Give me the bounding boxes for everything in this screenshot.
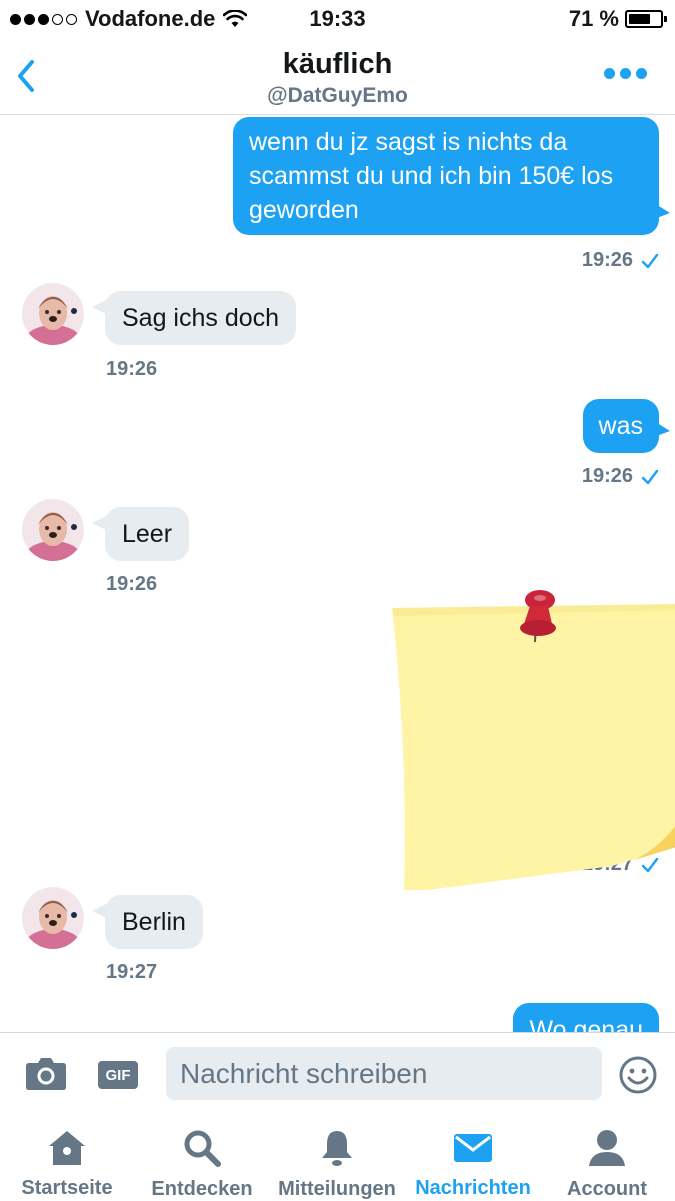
gif-icon: GIF [105, 1066, 131, 1084]
message-text: Berlin [122, 908, 186, 936]
read-check-icon [641, 253, 659, 268]
bottom-tab-bar: Startseite Entdecken Mitteilungen Nachri… [0, 1114, 675, 1200]
status-right: 71 % [568, 6, 667, 32]
message-time: 19:26 [581, 465, 633, 487]
emoji-icon[interactable] [618, 1055, 658, 1095]
battery-icon [625, 10, 667, 28]
contact-avatar[interactable] [22, 283, 84, 345]
message-meta: 19:26 [106, 573, 157, 596]
conversation-handle[interactable]: @DatGuyEmo [0, 84, 675, 108]
message-composer: GIF [0, 1032, 675, 1115]
message-text: Wo genau [529, 1016, 643, 1032]
person-icon [589, 1130, 625, 1166]
incoming-message[interactable]: Leer [105, 507, 190, 561]
message-input[interactable] [166, 1047, 602, 1100]
outgoing-message[interactable]: Wo genau [513, 1003, 659, 1032]
tab-mitteilungen[interactable]: Mitteilungen [274, 1114, 400, 1200]
more-options-icon[interactable] [604, 68, 647, 79]
tab-label: Startseite [21, 1177, 113, 1199]
status-bar: Vodafone.de 19:33 71 % [0, 0, 675, 38]
bubble-tail [92, 515, 108, 531]
tab-entdecken[interactable]: Entdecken [142, 1114, 262, 1200]
sticky-note-sticker[interactable] [390, 590, 675, 890]
bubble-tail [654, 203, 670, 219]
tab-label: Account [567, 1178, 647, 1200]
message-time: 19:26 [106, 358, 158, 380]
tab-nachrichten[interactable]: Nachrichten [410, 1114, 536, 1200]
home-icon [49, 1130, 85, 1165]
tab-label: Mitteilungen [278, 1178, 396, 1200]
contact-avatar[interactable] [22, 499, 84, 561]
bubble-tail [654, 421, 670, 437]
message-text: wenn du jz sagst is nichts da scammst du… [249, 128, 614, 224]
message-meta: 19:26 [582, 249, 659, 272]
gif-button[interactable]: GIF [98, 1061, 138, 1089]
envelope-icon [454, 1133, 492, 1162]
bell-icon [322, 1131, 352, 1166]
bubble-tail [92, 903, 108, 919]
contact-avatar[interactable] [22, 887, 84, 949]
bubble-tail [92, 299, 108, 315]
tab-label: Nachrichten [415, 1177, 531, 1199]
tab-account[interactable]: Account [550, 1114, 664, 1200]
message-time: 19:26 [581, 249, 633, 271]
message-list[interactable]: wenn du jz sagst is nichts da scammst du… [0, 115, 675, 1032]
outgoing-message[interactable]: was [582, 399, 659, 453]
message-meta: 19:26 [582, 465, 659, 488]
incoming-message[interactable]: Sag ichs doch [105, 291, 297, 345]
message-text: was [598, 412, 643, 440]
message-time: 19:27 [106, 961, 158, 983]
battery-percent: 71 % [568, 6, 619, 31]
message-text: Sag ichs doch [122, 304, 280, 332]
conversation-title[interactable]: käuflich [0, 48, 675, 81]
message-meta: 19:27 [106, 961, 157, 984]
tab-label: Entdecken [151, 1178, 253, 1200]
tab-startseite[interactable]: Startseite [8, 1114, 126, 1200]
message-time: 19:26 [106, 573, 158, 595]
outgoing-message[interactable]: wenn du jz sagst is nichts da scammst du… [233, 117, 659, 235]
read-check-icon [641, 469, 659, 484]
camera-icon[interactable] [25, 1055, 67, 1091]
incoming-message[interactable]: Berlin [105, 895, 203, 949]
conversation-header: käuflich @DatGuyEmo [0, 38, 675, 115]
message-text: Leer [122, 520, 173, 548]
search-icon [184, 1130, 221, 1167]
message-meta: 19:26 [106, 358, 157, 381]
